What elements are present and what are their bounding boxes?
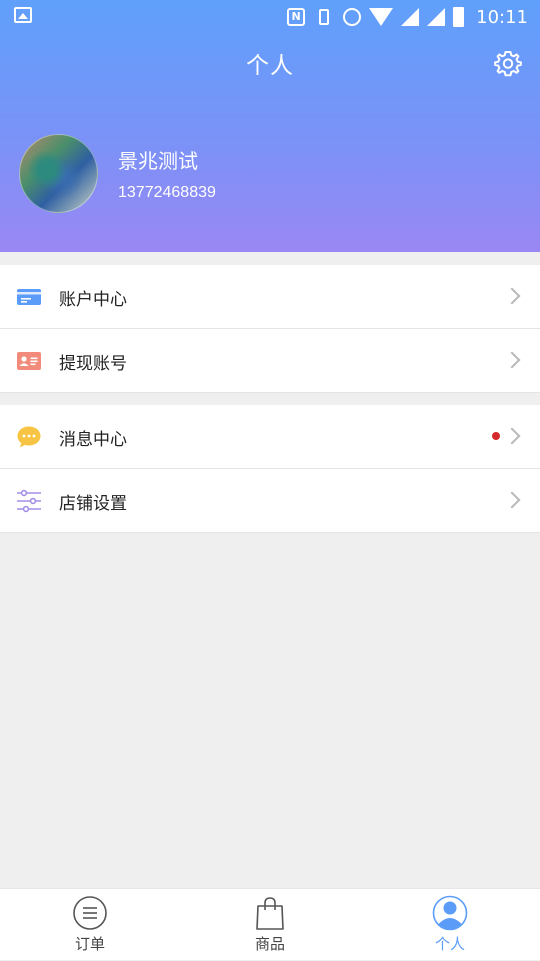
chevron-right-icon <box>503 287 521 305</box>
tab-label: 订单 <box>74 935 105 953</box>
chevron-right-icon <box>503 351 521 369</box>
list-icon <box>73 896 107 930</box>
avatar[interactable] <box>19 134 98 213</box>
bottom-tab-bar: 订单 商品 个人 <box>0 888 540 960</box>
menu-item-withdraw-account[interactable]: 提现账号 <box>0 329 540 393</box>
tab-profile[interactable]: 个人 <box>360 889 540 961</box>
user-phone: 13772468839 <box>118 184 216 201</box>
alarm-icon <box>343 8 362 26</box>
sliders-icon <box>17 489 41 513</box>
chevron-right-icon <box>503 491 521 509</box>
person-icon <box>432 895 468 931</box>
status-bar: N 10:11 <box>0 0 540 34</box>
chat-bubble-icon <box>17 426 41 448</box>
tab-products[interactable]: 商品 <box>180 889 360 961</box>
card-icon <box>17 289 41 305</box>
menu-item-store-settings[interactable]: 店铺设置 <box>0 469 540 533</box>
tab-orders[interactable]: 订单 <box>0 889 180 961</box>
tab-label: 商品 <box>254 935 285 953</box>
wifi-icon <box>369 8 394 26</box>
page-title: 个人 <box>246 53 294 79</box>
signal-icon <box>401 8 420 26</box>
menu-group-account: 账户中心 提现账号 <box>0 265 540 393</box>
status-time: 10:11 <box>476 6 528 28</box>
battery-icon <box>453 7 465 27</box>
tab-label: 个人 <box>434 935 465 953</box>
chevron-right-icon <box>503 427 521 445</box>
menu-item-label: 消息中心 <box>59 430 127 450</box>
menu-item-label: 店铺设置 <box>59 494 127 514</box>
vibrate-icon <box>313 8 335 26</box>
menu-item-account-center[interactable]: 账户中心 <box>0 265 540 329</box>
menu-item-label: 账户中心 <box>59 290 127 310</box>
id-card-icon <box>17 352 41 370</box>
gallery-notification-icon <box>14 7 32 23</box>
menu-item-message-center[interactable]: 消息中心 <box>0 405 540 469</box>
shopping-bag-icon <box>256 897 284 930</box>
menu-item-label: 提现账号 <box>59 354 127 374</box>
unread-dot <box>492 432 500 440</box>
nfc-icon: N <box>287 8 306 26</box>
signal-icon-2 <box>427 8 446 26</box>
menu-group-store: 消息中心 店铺设置 <box>0 405 540 533</box>
profile-header: N 10:11 个人 景兆测试 13772468839 <box>0 0 540 252</box>
user-name: 景兆测试 <box>118 149 198 173</box>
gear-icon[interactable] <box>494 49 522 77</box>
